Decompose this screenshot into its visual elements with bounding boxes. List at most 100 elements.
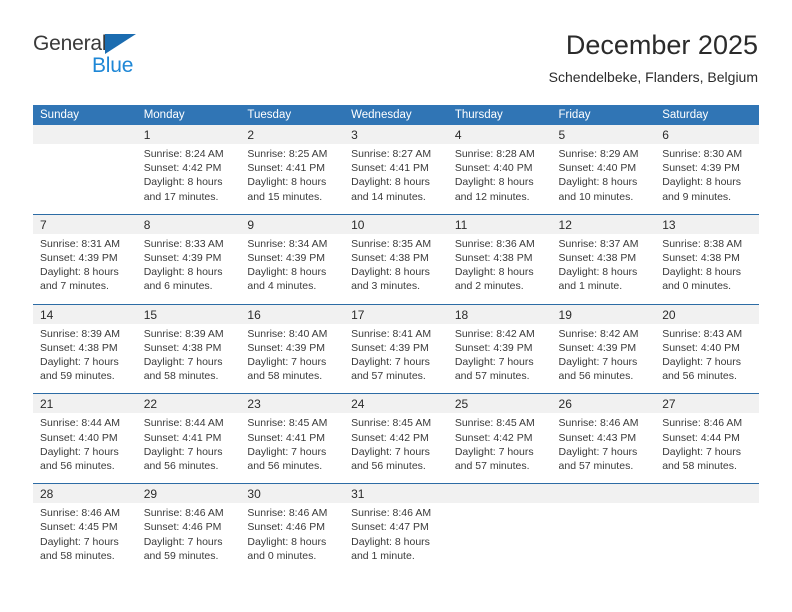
- week-detail-row: Sunrise: 8:24 AM Sunset: 4:42 PM Daylight:…: [33, 144, 759, 215]
- day-detail-line: Daylight: 7 hours: [143, 356, 223, 369]
- day-details-22: Sunrise: 8:44 AM Sunset: 4:41 PM Daylight:…: [136, 413, 241, 484]
- day-detail-line: Sunset: 4:42 PM: [143, 162, 222, 175]
- day-detail-line: Sunset: 4:38 PM: [351, 252, 429, 265]
- day-number-1[interactable]: 1: [136, 125, 241, 144]
- weekday-header-friday: Friday: [551, 105, 656, 125]
- day-detail-line: Sunset: 4:40 PM: [662, 341, 740, 354]
- day-detail-line: Sunset: 4:46 PM: [143, 521, 222, 534]
- day-detail-line: Sunset: 4:42 PM: [351, 431, 429, 444]
- day-detail-line: Sunset: 4:39 PM: [351, 341, 429, 354]
- day-detail-line: Sunrise: 8:44 AM: [40, 417, 120, 430]
- day-details-12: Sunrise: 8:37 AM Sunset: 4:38 PM Daylight:…: [551, 233, 656, 305]
- day-number-empty: [551, 483, 656, 504]
- day-detail-line: Sunrise: 8:46 AM: [40, 507, 120, 520]
- week-detail-row: Sunrise: 8:39 AM Sunset: 4:38 PM Daylight:…: [33, 323, 759, 394]
- day-detail-line: and 56 minutes.: [40, 460, 115, 473]
- day-detail-line: and 57 minutes.: [454, 370, 530, 383]
- day-detail-line: Sunset: 4:38 PM: [143, 341, 222, 354]
- day-details-23: Sunrise: 8:45 AM Sunset: 4:41 PM Daylight:…: [240, 413, 345, 484]
- day-detail-line: and 10 minutes.: [558, 190, 634, 203]
- day-details-28: Sunrise: 8:46 AM Sunset: 4:45 PM Daylight:…: [33, 503, 137, 574]
- day-detail-line: and 56 minutes.: [351, 460, 426, 473]
- day-detail-line: Daylight: 8 hours: [351, 266, 430, 279]
- day-detail-line: and 14 minutes.: [351, 190, 426, 203]
- day-number-27[interactable]: 27: [655, 393, 759, 414]
- day-detail-line: Daylight: 7 hours: [454, 356, 534, 369]
- day-detail-line: Sunset: 4:39 PM: [247, 341, 326, 354]
- day-detail-line: Daylight: 7 hours: [454, 445, 534, 458]
- day-detail-line: Sunrise: 8:38 AM: [662, 237, 743, 250]
- week-detail-row: Sunrise: 8:31 AM Sunset: 4:39 PM Daylight:…: [33, 233, 759, 305]
- general-blue-logo[interactable]: General Blue: [33, 33, 233, 83]
- day-number-9[interactable]: 9: [240, 213, 345, 234]
- day-number-6[interactable]: 6: [655, 125, 759, 144]
- day-number-22[interactable]: 22: [136, 393, 241, 414]
- day-detail-line: Sunset: 4:42 PM: [454, 431, 533, 444]
- day-number-5[interactable]: 5: [551, 125, 656, 144]
- day-number-31[interactable]: 31: [344, 483, 448, 504]
- page-title: December 2025: [565, 30, 758, 60]
- day-number-21[interactable]: 21: [33, 393, 137, 414]
- day-number-13[interactable]: 13: [655, 213, 759, 234]
- day-number-29[interactable]: 29: [136, 483, 241, 504]
- day-detail-line: Sunrise: 8:37 AM: [558, 237, 639, 250]
- day-detail-line: Sunset: 4:41 PM: [143, 431, 222, 444]
- day-details-7: Sunrise: 8:31 AM Sunset: 4:39 PM Daylight:…: [33, 233, 137, 305]
- day-detail-line: Sunrise: 8:44 AM: [143, 417, 224, 430]
- day-details-17: Sunrise: 8:41 AM Sunset: 4:39 PM Daylight:…: [344, 323, 448, 394]
- day-details-6: Sunrise: 8:30 AM Sunset: 4:39 PM Daylight:…: [655, 144, 759, 215]
- day-number-20[interactable]: 20: [655, 303, 759, 324]
- day-detail-line: Sunrise: 8:27 AM: [351, 148, 432, 160]
- day-number-15[interactable]: 15: [136, 303, 241, 324]
- day-number-18[interactable]: 18: [447, 303, 552, 324]
- day-detail-line: Sunrise: 8:42 AM: [558, 327, 639, 340]
- day-detail-line: and 6 minutes.: [143, 280, 213, 293]
- day-detail-line: Sunset: 4:39 PM: [143, 252, 222, 265]
- day-number-2[interactable]: 2: [240, 125, 345, 144]
- day-number-28[interactable]: 28: [33, 483, 137, 504]
- day-detail-line: Daylight: 7 hours: [247, 445, 327, 458]
- day-detail-line: Sunrise: 8:31 AM: [40, 237, 120, 250]
- day-number-17[interactable]: 17: [344, 303, 448, 324]
- day-number-7[interactable]: 7: [33, 213, 137, 234]
- calendar-page: General Blue December 2025 Schendelbeke,…: [0, 0, 792, 612]
- day-details-4: Sunrise: 8:28 AM Sunset: 4:40 PM Daylight:…: [447, 144, 552, 215]
- day-detail-line: and 0 minutes.: [662, 280, 732, 293]
- day-detail-line: and 17 minutes.: [143, 190, 219, 203]
- day-detail-line: Sunrise: 8:45 AM: [247, 417, 328, 430]
- day-details-18: Sunrise: 8:42 AM Sunset: 4:39 PM Daylight:…: [447, 323, 552, 394]
- day-number-12[interactable]: 12: [551, 213, 656, 234]
- day-details-9: Sunrise: 8:34 AM Sunset: 4:39 PM Daylight:…: [240, 233, 345, 305]
- day-detail-line: Sunset: 4:40 PM: [40, 431, 118, 444]
- day-number-16[interactable]: 16: [240, 303, 345, 324]
- day-detail-line: and 12 minutes.: [454, 190, 530, 203]
- day-detail-line: Sunrise: 8:33 AM: [143, 237, 224, 250]
- day-number-23[interactable]: 23: [240, 393, 345, 414]
- day-details-11: Sunrise: 8:36 AM Sunset: 4:38 PM Daylight:…: [447, 233, 552, 305]
- day-details-8: Sunrise: 8:33 AM Sunset: 4:39 PM Daylight:…: [136, 233, 241, 305]
- day-number-3[interactable]: 3: [344, 125, 448, 144]
- day-number-10[interactable]: 10: [344, 213, 448, 234]
- day-number-25[interactable]: 25: [447, 393, 552, 414]
- day-number-14[interactable]: 14: [33, 303, 137, 324]
- day-detail-line: Sunset: 4:41 PM: [247, 162, 326, 175]
- day-detail-line: Sunset: 4:41 PM: [247, 431, 326, 444]
- day-detail-line: Daylight: 8 hours: [662, 266, 742, 279]
- day-detail-line: Daylight: 7 hours: [662, 356, 742, 369]
- page-subtitle: Schendelbeke, Flanders, Belgium: [548, 69, 758, 85]
- day-detail-line: Daylight: 8 hours: [454, 176, 534, 189]
- day-detail-line: Daylight: 8 hours: [351, 535, 430, 548]
- day-detail-line: and 58 minutes.: [40, 549, 115, 562]
- title-block: December 2025 Schendelbeke, Flanders, Be…: [549, 28, 758, 88]
- day-detail-line: Sunset: 4:38 PM: [40, 341, 118, 354]
- day-number-19[interactable]: 19: [551, 303, 656, 324]
- week-detail-row: Sunrise: 8:44 AM Sunset: 4:40 PM Daylight:…: [33, 413, 759, 484]
- day-number-30[interactable]: 30: [240, 483, 345, 504]
- day-detail-line: Daylight: 7 hours: [40, 535, 119, 548]
- day-number-4[interactable]: 4: [447, 125, 552, 144]
- day-number-8[interactable]: 8: [136, 213, 241, 234]
- day-number-26[interactable]: 26: [551, 393, 656, 414]
- day-detail-line: Sunrise: 8:46 AM: [143, 507, 224, 520]
- day-number-24[interactable]: 24: [344, 393, 448, 414]
- day-number-11[interactable]: 11: [447, 213, 552, 234]
